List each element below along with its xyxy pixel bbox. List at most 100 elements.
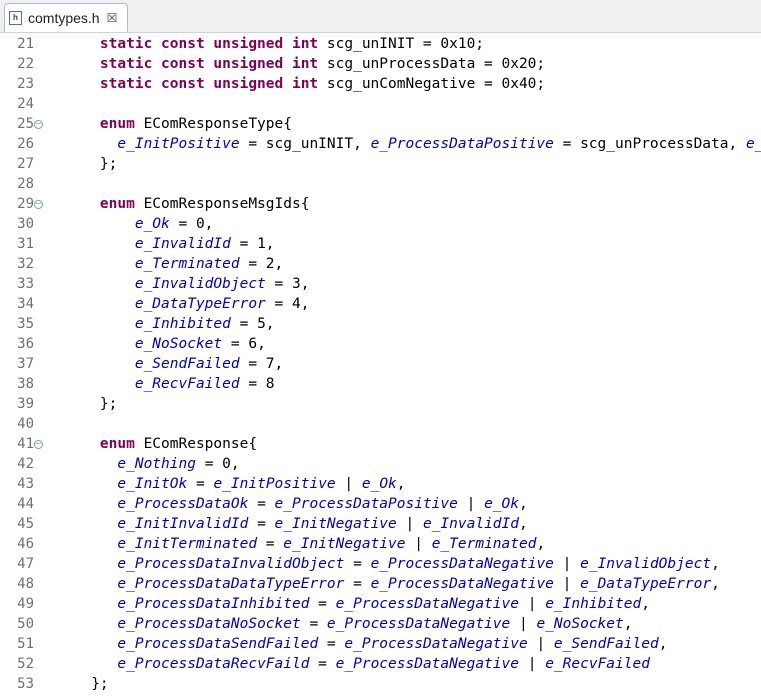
code-token: = 3, <box>265 276 310 292</box>
code-line[interactable]: 45 e_InitInvalidId = e_InitNegative | e_… <box>0 514 761 534</box>
enum-constant-token: e_ProcessDataNoSocket <box>117 616 301 632</box>
code-token: , <box>396 476 406 492</box>
code-line[interactable]: 22 static const unsigned int scg_unProce… <box>0 54 761 74</box>
line-number: 41 <box>17 436 34 452</box>
code-token: scg_unINIT = 0x10; <box>318 36 485 52</box>
code-line[interactable]: 50 e_ProcessDataNoSocket = e_ProcessData… <box>0 614 761 634</box>
line-number: 30 <box>17 216 34 232</box>
code-text: static const unsigned int scg_unComNegat… <box>65 74 545 94</box>
tab-comtypes-h[interactable]: h comtypes.h ☒ <box>4 3 128 32</box>
code-text: e_ProcessDataInvalidObject = e_ProcessDa… <box>65 554 720 574</box>
code-line[interactable]: 44 e_ProcessDataOk = e_ProcessDataPositi… <box>0 494 761 514</box>
code-line[interactable]: 52 e_ProcessDataRecvFaild = e_ProcessDat… <box>0 654 761 674</box>
fold-toggle-icon[interactable]: − <box>34 440 43 449</box>
line-number: 42 <box>17 456 34 472</box>
enum-constant-token: e_InitInvalidId <box>117 516 249 532</box>
code-text: enum EComResponse{ <box>65 434 257 454</box>
code-line[interactable]: 41− enum EComResponse{ <box>0 434 761 454</box>
code-text: e_InitOk = e_InitPositive | e_Ok, <box>65 474 406 494</box>
line-number: 25 <box>17 116 34 132</box>
code-line[interactable]: 23 static const unsigned int scg_unComNe… <box>0 74 761 94</box>
code-token: , <box>519 496 528 512</box>
line-number: 50 <box>17 616 34 632</box>
fold-toggle-icon[interactable]: − <box>34 120 43 129</box>
code-text: e_InitPositive = scg_unINIT, e_ProcessDa… <box>65 134 761 154</box>
keyword-token: enum <box>99 436 135 452</box>
enum-constant-token: e_InvalidId <box>422 516 519 532</box>
code-line[interactable]: 38 e_RecvFailed = 8 <box>0 374 761 394</box>
code-line[interactable]: 30 e_Ok = 0, <box>0 214 761 234</box>
enum-constant-token: e_ProcessDataPositive <box>274 496 458 512</box>
code-line[interactable]: 21 static const unsigned int scg_unINIT … <box>0 34 761 54</box>
code-line[interactable]: 53 }; <box>0 674 761 694</box>
code-text: e_Ok = 0, <box>65 214 214 234</box>
line-number: 36 <box>17 336 34 352</box>
enum-constant-token: e_InitNegative <box>283 536 406 552</box>
code-token: = <box>318 636 345 652</box>
keyword-token: enum <box>99 116 135 132</box>
enum-constant-token: e_Terminated <box>134 256 240 272</box>
code-line[interactable]: 36 e_NoSocket = 6, <box>0 334 761 354</box>
enum-constant-token: e_InitTerminated <box>117 536 258 552</box>
code-token: , <box>658 636 668 652</box>
line-number: 23 <box>17 76 34 92</box>
line-number: 28 <box>17 176 34 192</box>
code-line[interactable]: 25− enum EComResponseType{ <box>0 114 761 134</box>
code-line[interactable]: 33 e_InvalidObject = 3, <box>0 274 761 294</box>
code-text: }; <box>65 674 108 694</box>
code-token: = <box>344 556 371 572</box>
code-text: e_SendFailed = 7, <box>65 354 283 374</box>
code-line[interactable]: 37 e_SendFailed = 7, <box>0 354 761 374</box>
code-text: e_ProcessDataDataTypeError = e_ProcessDa… <box>65 574 719 594</box>
enum-constant-token: e_ProcessDataNegative <box>370 576 554 592</box>
code-line[interactable]: 32 e_Terminated = 2, <box>0 254 761 274</box>
code-token: = 2, <box>239 256 284 272</box>
code-line[interactable]: 35 e_Inhibited = 5, <box>0 314 761 334</box>
code-line[interactable]: 29− enum EComResponseMsgIds{ <box>0 194 761 214</box>
enum-constant-token: e_ProcessDataNegative <box>370 556 554 572</box>
code-line[interactable]: 26 e_InitPositive = scg_unINIT, e_Proces… <box>0 134 761 154</box>
enum-constant-token: e_ <box>745 136 761 152</box>
code-token: EComResponseMsgIds{ <box>134 196 310 212</box>
enum-constant-token: e_ProcessDataRecvFaild <box>117 656 310 672</box>
code-line[interactable]: 34 e_DataTypeError = 4, <box>0 294 761 314</box>
line-number: 52 <box>17 656 34 672</box>
code-token: = <box>309 656 336 672</box>
code-line[interactable]: 28 <box>0 174 761 194</box>
line-number: 40 <box>17 416 34 432</box>
code-token: = scg_unProcessData, <box>553 136 746 152</box>
code-line[interactable]: 42 e_Nothing = 0, <box>0 454 761 474</box>
close-icon[interactable]: ☒ <box>107 11 118 25</box>
code-text: e_ProcessDataNoSocket = e_ProcessDataNeg… <box>65 614 632 634</box>
keyword-token: static const unsigned int <box>99 56 319 72</box>
line-number: 45 <box>17 516 34 532</box>
code-line[interactable]: 49 e_ProcessDataInhibited = e_ProcessDat… <box>0 594 761 614</box>
code-editor[interactable]: 21 static const unsigned int scg_unINIT … <box>0 33 761 696</box>
code-line[interactable]: 47 e_ProcessDataInvalidObject = e_Proces… <box>0 554 761 574</box>
line-number: 35 <box>17 316 34 332</box>
code-token: }; <box>65 396 118 412</box>
code-line[interactable]: 31 e_InvalidId = 1, <box>0 234 761 254</box>
code-line[interactable]: 51 e_ProcessDataSendFailed = e_ProcessDa… <box>0 634 761 654</box>
fold-toggle-icon[interactable]: − <box>34 200 43 209</box>
code-line[interactable]: 48 e_ProcessDataDataTypeError = e_Proces… <box>0 574 761 594</box>
code-token: = <box>248 516 275 532</box>
code-line[interactable]: 40 <box>0 414 761 434</box>
code-line[interactable]: 27 }; <box>0 154 761 174</box>
code-line[interactable]: 24 <box>0 94 761 114</box>
code-token: | <box>553 576 581 592</box>
code-line[interactable]: 46 e_InitTerminated = e_InitNegative | e… <box>0 534 761 554</box>
code-token: | <box>510 616 537 632</box>
code-token: , <box>711 556 720 572</box>
code-token: | <box>527 636 554 652</box>
code-line[interactable]: 43 e_InitOk = e_InitPositive | e_Ok, <box>0 474 761 494</box>
code-text: e_ProcessDataSendFailed = e_ProcessDataN… <box>65 634 667 654</box>
code-line[interactable]: 39 }; <box>0 394 761 414</box>
